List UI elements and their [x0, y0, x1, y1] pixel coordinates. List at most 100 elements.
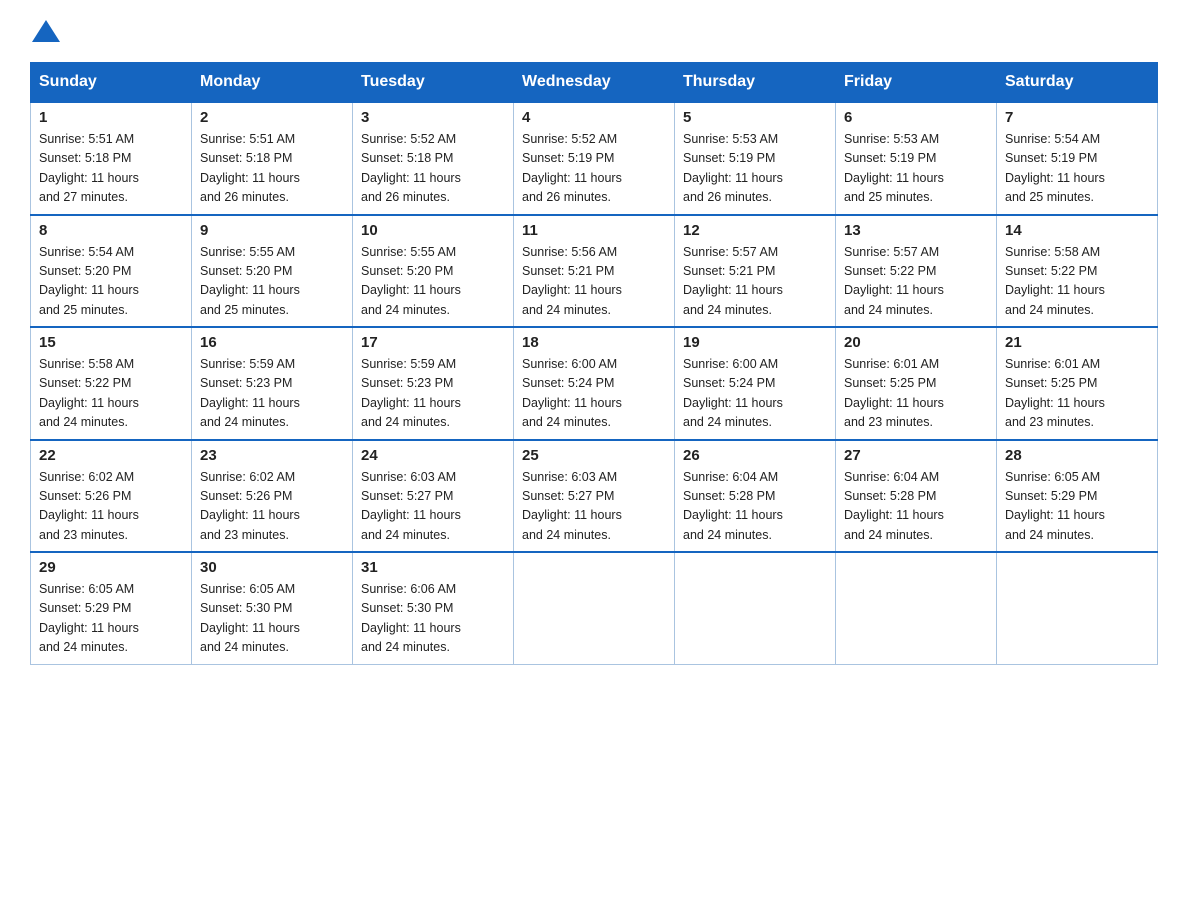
- day-number: 29: [39, 559, 183, 576]
- cell-week2-day4: 12 Sunrise: 5:57 AMSunset: 5:21 PMDaylig…: [675, 215, 836, 328]
- cell-week2-day1: 9 Sunrise: 5:55 AMSunset: 5:20 PMDayligh…: [192, 215, 353, 328]
- cell-week1-day2: 3 Sunrise: 5:52 AMSunset: 5:18 PMDayligh…: [353, 102, 514, 215]
- day-number: 11: [522, 222, 666, 239]
- day-number: 24: [361, 447, 505, 464]
- cell-week5-day3: [514, 552, 675, 664]
- day-number: 17: [361, 334, 505, 351]
- day-number: 8: [39, 222, 183, 239]
- day-number: 30: [200, 559, 344, 576]
- cell-week4-day5: 27 Sunrise: 6:04 AMSunset: 5:28 PMDaylig…: [836, 440, 997, 553]
- day-info: Sunrise: 6:05 AMSunset: 5:29 PMDaylight:…: [1005, 470, 1105, 542]
- col-monday: Monday: [192, 63, 353, 103]
- day-info: Sunrise: 5:54 AMSunset: 5:20 PMDaylight:…: [39, 245, 139, 317]
- cell-week4-day2: 24 Sunrise: 6:03 AMSunset: 5:27 PMDaylig…: [353, 440, 514, 553]
- day-number: 13: [844, 222, 988, 239]
- cell-week1-day5: 6 Sunrise: 5:53 AMSunset: 5:19 PMDayligh…: [836, 102, 997, 215]
- day-info: Sunrise: 5:58 AMSunset: 5:22 PMDaylight:…: [1005, 245, 1105, 317]
- day-number: 3: [361, 109, 505, 126]
- day-number: 18: [522, 334, 666, 351]
- day-number: 6: [844, 109, 988, 126]
- day-info: Sunrise: 6:06 AMSunset: 5:30 PMDaylight:…: [361, 582, 461, 654]
- day-info: Sunrise: 5:52 AMSunset: 5:18 PMDaylight:…: [361, 132, 461, 204]
- cell-week1-day1: 2 Sunrise: 5:51 AMSunset: 5:18 PMDayligh…: [192, 102, 353, 215]
- day-number: 14: [1005, 222, 1149, 239]
- logo-triangle-icon: [32, 20, 60, 42]
- cell-week5-day1: 30 Sunrise: 6:05 AMSunset: 5:30 PMDaylig…: [192, 552, 353, 664]
- day-info: Sunrise: 6:00 AMSunset: 5:24 PMDaylight:…: [522, 357, 622, 429]
- day-info: Sunrise: 6:03 AMSunset: 5:27 PMDaylight:…: [361, 470, 461, 542]
- cell-week1-day6: 7 Sunrise: 5:54 AMSunset: 5:19 PMDayligh…: [997, 102, 1158, 215]
- day-info: Sunrise: 5:57 AMSunset: 5:22 PMDaylight:…: [844, 245, 944, 317]
- day-info: Sunrise: 6:01 AMSunset: 5:25 PMDaylight:…: [1005, 357, 1105, 429]
- cell-week5-day2: 31 Sunrise: 6:06 AMSunset: 5:30 PMDaylig…: [353, 552, 514, 664]
- col-friday: Friday: [836, 63, 997, 103]
- cell-week3-day1: 16 Sunrise: 5:59 AMSunset: 5:23 PMDaylig…: [192, 327, 353, 440]
- logo: [30, 20, 62, 42]
- cell-week3-day2: 17 Sunrise: 5:59 AMSunset: 5:23 PMDaylig…: [353, 327, 514, 440]
- cell-week5-day0: 29 Sunrise: 6:05 AMSunset: 5:29 PMDaylig…: [31, 552, 192, 664]
- day-info: Sunrise: 6:01 AMSunset: 5:25 PMDaylight:…: [844, 357, 944, 429]
- day-number: 26: [683, 447, 827, 464]
- cell-week3-day0: 15 Sunrise: 5:58 AMSunset: 5:22 PMDaylig…: [31, 327, 192, 440]
- cell-week3-day5: 20 Sunrise: 6:01 AMSunset: 5:25 PMDaylig…: [836, 327, 997, 440]
- day-info: Sunrise: 6:00 AMSunset: 5:24 PMDaylight:…: [683, 357, 783, 429]
- day-number: 1: [39, 109, 183, 126]
- day-info: Sunrise: 6:03 AMSunset: 5:27 PMDaylight:…: [522, 470, 622, 542]
- cell-week2-day3: 11 Sunrise: 5:56 AMSunset: 5:21 PMDaylig…: [514, 215, 675, 328]
- day-info: Sunrise: 6:02 AMSunset: 5:26 PMDaylight:…: [39, 470, 139, 542]
- day-number: 21: [1005, 334, 1149, 351]
- week-row-1: 1 Sunrise: 5:51 AMSunset: 5:18 PMDayligh…: [31, 102, 1158, 215]
- week-row-3: 15 Sunrise: 5:58 AMSunset: 5:22 PMDaylig…: [31, 327, 1158, 440]
- cell-week2-day6: 14 Sunrise: 5:58 AMSunset: 5:22 PMDaylig…: [997, 215, 1158, 328]
- day-number: 23: [200, 447, 344, 464]
- day-info: Sunrise: 5:58 AMSunset: 5:22 PMDaylight:…: [39, 357, 139, 429]
- day-info: Sunrise: 6:02 AMSunset: 5:26 PMDaylight:…: [200, 470, 300, 542]
- day-info: Sunrise: 5:54 AMSunset: 5:19 PMDaylight:…: [1005, 132, 1105, 204]
- col-saturday: Saturday: [997, 63, 1158, 103]
- day-info: Sunrise: 5:53 AMSunset: 5:19 PMDaylight:…: [844, 132, 944, 204]
- cell-week3-day6: 21 Sunrise: 6:01 AMSunset: 5:25 PMDaylig…: [997, 327, 1158, 440]
- day-number: 31: [361, 559, 505, 576]
- week-row-2: 8 Sunrise: 5:54 AMSunset: 5:20 PMDayligh…: [31, 215, 1158, 328]
- week-row-4: 22 Sunrise: 6:02 AMSunset: 5:26 PMDaylig…: [31, 440, 1158, 553]
- day-number: 10: [361, 222, 505, 239]
- calendar-body: 1 Sunrise: 5:51 AMSunset: 5:18 PMDayligh…: [31, 102, 1158, 664]
- day-number: 4: [522, 109, 666, 126]
- day-number: 12: [683, 222, 827, 239]
- day-info: Sunrise: 5:57 AMSunset: 5:21 PMDaylight:…: [683, 245, 783, 317]
- cell-week2-day5: 13 Sunrise: 5:57 AMSunset: 5:22 PMDaylig…: [836, 215, 997, 328]
- cell-week1-day0: 1 Sunrise: 5:51 AMSunset: 5:18 PMDayligh…: [31, 102, 192, 215]
- day-number: 27: [844, 447, 988, 464]
- day-info: Sunrise: 5:59 AMSunset: 5:23 PMDaylight:…: [361, 357, 461, 429]
- cell-week4-day4: 26 Sunrise: 6:04 AMSunset: 5:28 PMDaylig…: [675, 440, 836, 553]
- cell-week4-day6: 28 Sunrise: 6:05 AMSunset: 5:29 PMDaylig…: [997, 440, 1158, 553]
- col-wednesday: Wednesday: [514, 63, 675, 103]
- col-sunday: Sunday: [31, 63, 192, 103]
- calendar-table: Sunday Monday Tuesday Wednesday Thursday…: [30, 62, 1158, 665]
- cell-week3-day3: 18 Sunrise: 6:00 AMSunset: 5:24 PMDaylig…: [514, 327, 675, 440]
- day-number: 16: [200, 334, 344, 351]
- cell-week1-day4: 5 Sunrise: 5:53 AMSunset: 5:19 PMDayligh…: [675, 102, 836, 215]
- week-row-5: 29 Sunrise: 6:05 AMSunset: 5:29 PMDaylig…: [31, 552, 1158, 664]
- day-number: 22: [39, 447, 183, 464]
- cell-week4-day0: 22 Sunrise: 6:02 AMSunset: 5:26 PMDaylig…: [31, 440, 192, 553]
- cell-week5-day6: [997, 552, 1158, 664]
- day-info: Sunrise: 5:52 AMSunset: 5:19 PMDaylight:…: [522, 132, 622, 204]
- day-info: Sunrise: 6:04 AMSunset: 5:28 PMDaylight:…: [844, 470, 944, 542]
- day-info: Sunrise: 5:55 AMSunset: 5:20 PMDaylight:…: [361, 245, 461, 317]
- page-header: [30, 20, 1158, 42]
- day-info: Sunrise: 5:51 AMSunset: 5:18 PMDaylight:…: [200, 132, 300, 204]
- day-info: Sunrise: 5:53 AMSunset: 5:19 PMDaylight:…: [683, 132, 783, 204]
- day-info: Sunrise: 5:59 AMSunset: 5:23 PMDaylight:…: [200, 357, 300, 429]
- cell-week5-day5: [836, 552, 997, 664]
- day-info: Sunrise: 5:55 AMSunset: 5:20 PMDaylight:…: [200, 245, 300, 317]
- day-number: 5: [683, 109, 827, 126]
- day-info: Sunrise: 6:05 AMSunset: 5:30 PMDaylight:…: [200, 582, 300, 654]
- col-tuesday: Tuesday: [353, 63, 514, 103]
- header-row: Sunday Monday Tuesday Wednesday Thursday…: [31, 63, 1158, 103]
- cell-week2-day2: 10 Sunrise: 5:55 AMSunset: 5:20 PMDaylig…: [353, 215, 514, 328]
- day-info: Sunrise: 5:51 AMSunset: 5:18 PMDaylight:…: [39, 132, 139, 204]
- day-info: Sunrise: 6:05 AMSunset: 5:29 PMDaylight:…: [39, 582, 139, 654]
- cell-week4-day1: 23 Sunrise: 6:02 AMSunset: 5:26 PMDaylig…: [192, 440, 353, 553]
- day-info: Sunrise: 5:56 AMSunset: 5:21 PMDaylight:…: [522, 245, 622, 317]
